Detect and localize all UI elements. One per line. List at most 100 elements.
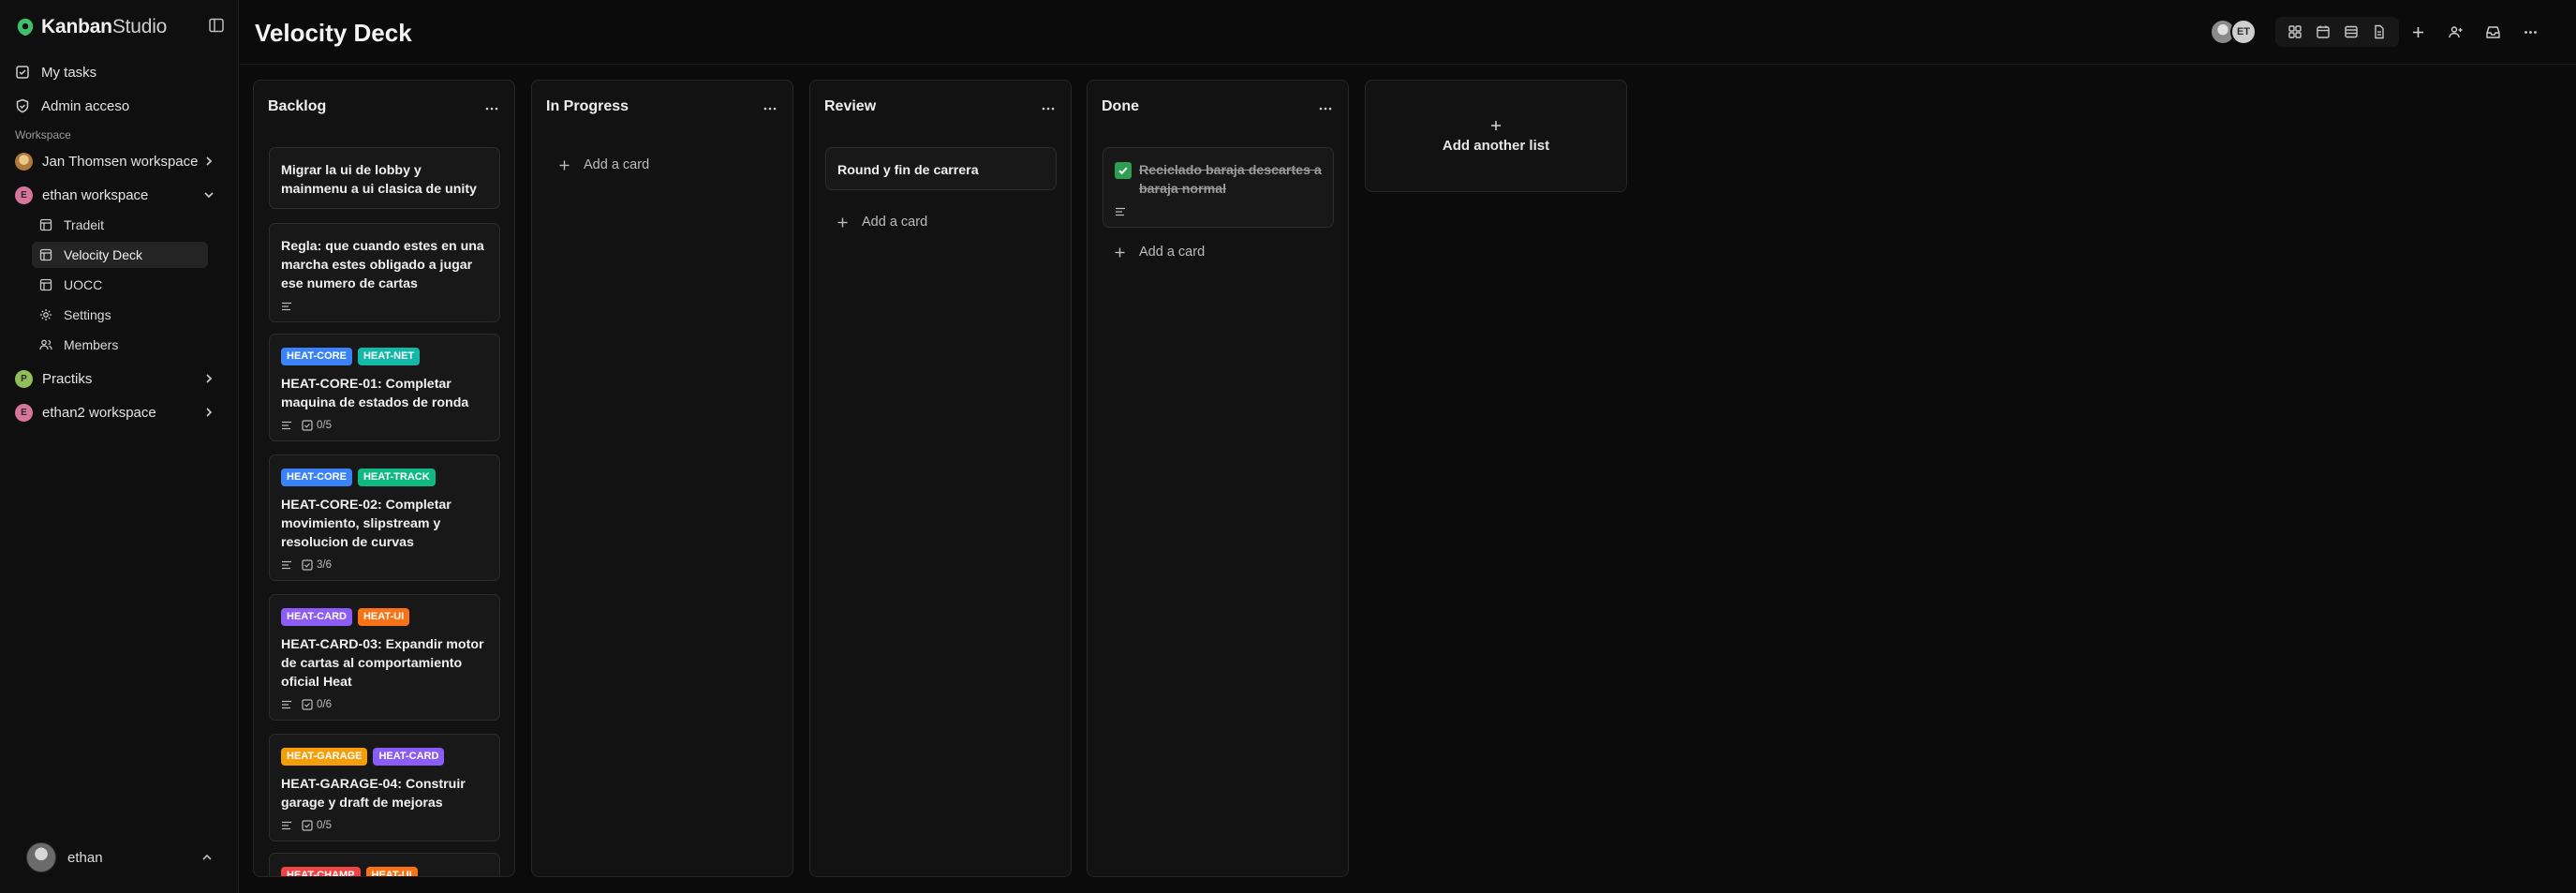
add-card-button[interactable]: Add a card	[547, 153, 649, 177]
calendar-view-icon[interactable]	[2316, 24, 2331, 39]
sidebar-item-label: Members	[64, 337, 119, 352]
card-label: HEAT-TRACK	[357, 469, 436, 486]
card[interactable]: HEAT-CORE HEAT-NET HEAT-CORE-01: Complet…	[269, 334, 500, 441]
avatar	[26, 842, 56, 872]
workspace-label: ethan workspace	[42, 186, 149, 203]
sidebar-item-settings[interactable]: Settings	[32, 302, 208, 328]
nav-my-tasks[interactable]: My tasks	[11, 59, 208, 85]
description-icon	[282, 560, 291, 570]
sidebar-item-tradeit[interactable]: Tradeit	[32, 212, 208, 238]
shield-icon	[16, 98, 29, 113]
card-label: HEAT-GARAGE	[281, 748, 368, 766]
inbox-icon[interactable]	[2485, 24, 2501, 40]
nav-label: Admin acceso	[41, 97, 130, 114]
card-complete-checkbox[interactable]	[1115, 162, 1132, 179]
list-title: Review	[824, 98, 877, 114]
add-list-button[interactable]: Add another list	[1365, 80, 1627, 192]
list-menu-icon[interactable]	[1318, 101, 1333, 116]
add-card-button[interactable]: Add a card	[825, 210, 927, 234]
card-title: HEAT-CARD-03: Expandir motor de cartas a…	[281, 637, 484, 690]
sidebar-item-velocity-deck[interactable]: Velocity Deck	[32, 242, 208, 268]
chevron-right-icon[interactable]	[202, 155, 215, 168]
checklist-icon	[302, 820, 313, 831]
user-menu[interactable]: ethan	[26, 842, 214, 872]
workspace-avatar: P	[15, 369, 33, 388]
sidebar-toggle-icon[interactable]	[208, 17, 225, 34]
card-title: Regla: que cuando estes en una marcha es…	[281, 239, 484, 291]
list-menu-icon[interactable]	[484, 101, 499, 116]
checklist-count: 0/5	[317, 420, 332, 431]
sidebar-item-members[interactable]: Members	[32, 332, 208, 358]
list-backlog: Backlog Migrar la ui de lobby y mainmenu…	[253, 80, 515, 877]
add-card-label: Add a card	[862, 215, 928, 230]
app-logo[interactable]: KanbanStudio	[15, 15, 167, 39]
list-in-progress: In Progress Add a card	[531, 80, 793, 877]
sidebar-item-label: Settings	[64, 307, 111, 322]
avatar[interactable]: ET	[2230, 19, 2257, 45]
more-options-icon[interactable]	[2523, 24, 2539, 40]
workspace-avatar: E	[15, 186, 33, 204]
check-icon	[1118, 167, 1128, 175]
board-icon	[39, 278, 52, 291]
checklist-icon	[302, 559, 313, 571]
card[interactable]: Reciclado baraja descartes a baraja norm…	[1103, 147, 1334, 228]
card[interactable]: HEAT-CARD HEAT-UI HEAT-CARD-03: Expandir…	[269, 594, 500, 721]
plus-icon	[559, 160, 570, 170]
board-view-icon[interactable]	[2287, 24, 2302, 39]
add-card-button[interactable]: Add a card	[1103, 240, 1205, 264]
chevron-up-icon	[202, 854, 212, 860]
workspace-label: ethan2 workspace	[42, 404, 156, 421]
kanban-logo-icon	[17, 18, 34, 37]
table-view-icon[interactable]	[2344, 24, 2359, 39]
check-square-icon	[16, 66, 29, 79]
card[interactable]: HEAT-CHAMP HEAT-UI	[269, 853, 500, 876]
sidebar-item-uocc[interactable]: UOCC	[32, 272, 208, 298]
checklist-icon	[302, 699, 313, 710]
checklist-icon	[302, 420, 313, 431]
sidebar-item-label: UOCC	[64, 277, 103, 292]
card[interactable]: HEAT-GARAGE HEAT-CARD HEAT-GARAGE-04: Co…	[269, 734, 500, 841]
users-icon	[39, 339, 52, 350]
description-icon	[282, 302, 291, 311]
board-members[interactable]: ET	[2210, 19, 2257, 45]
list-title: Done	[1102, 98, 1139, 114]
plus-icon	[1491, 120, 1501, 130]
description-icon	[282, 821, 291, 830]
board-icon	[39, 218, 52, 231]
add-member-icon[interactable]	[2448, 24, 2464, 40]
card-title: HEAT-CORE-02: Completar movimiento, slip…	[281, 498, 452, 550]
list-review: Review Round y fin de carrera Add a card	[809, 80, 1072, 877]
add-list-label: Add another list	[1442, 137, 1550, 154]
document-view-icon[interactable]	[2372, 24, 2387, 39]
nav-admin-acceso[interactable]: Admin acceso	[11, 93, 208, 119]
workspace-jan-thomsen[interactable]: Jan Thomsen workspace	[11, 147, 227, 175]
card[interactable]: Migrar la ui de lobby y mainmenu a ui cl…	[269, 147, 500, 209]
card-label: HEAT-CARD	[281, 608, 352, 626]
card-title: Migrar la ui de lobby y mainmenu a ui cl…	[281, 163, 477, 197]
chevron-right-icon[interactable]	[202, 406, 215, 419]
workspace-practiks[interactable]: P Practiks	[11, 365, 227, 393]
add-card-label: Add a card	[1139, 245, 1206, 260]
user-name: ethan	[67, 849, 103, 866]
chevron-right-icon[interactable]	[202, 372, 215, 385]
plus-icon	[837, 217, 848, 227]
card[interactable]: Round y fin de carrera	[825, 147, 1057, 190]
card-label: HEAT-NET	[357, 348, 421, 365]
workspace-label: Jan Thomsen workspace	[42, 153, 199, 170]
card-title: HEAT-CORE-01: Completar maquina de estad…	[281, 377, 469, 410]
card-title: Reciclado baraja descartes a baraja norm…	[1139, 163, 1322, 197]
topbar: Velocity Deck ET	[240, 0, 2576, 65]
workspace-section-label: Workspace	[15, 128, 71, 141]
list-menu-icon[interactable]	[762, 101, 777, 116]
list-done: Done Reciclado baraja descartes a baraja…	[1087, 80, 1349, 877]
card[interactable]: Regla: que cuando estes en una marcha es…	[269, 223, 500, 322]
plus-icon[interactable]	[2410, 24, 2426, 40]
checklist-count: 0/5	[317, 820, 332, 831]
workspace-label: Practiks	[42, 370, 93, 387]
brand-name-bold: Kanban	[41, 16, 112, 37]
list-menu-icon[interactable]	[1041, 101, 1056, 116]
card[interactable]: HEAT-CORE HEAT-TRACK HEAT-CORE-02: Compl…	[269, 454, 500, 581]
workspace-ethan[interactable]: E ethan workspace	[11, 181, 227, 209]
workspace-ethan2[interactable]: E ethan2 workspace	[11, 398, 227, 426]
chevron-down-icon[interactable]	[202, 188, 215, 201]
